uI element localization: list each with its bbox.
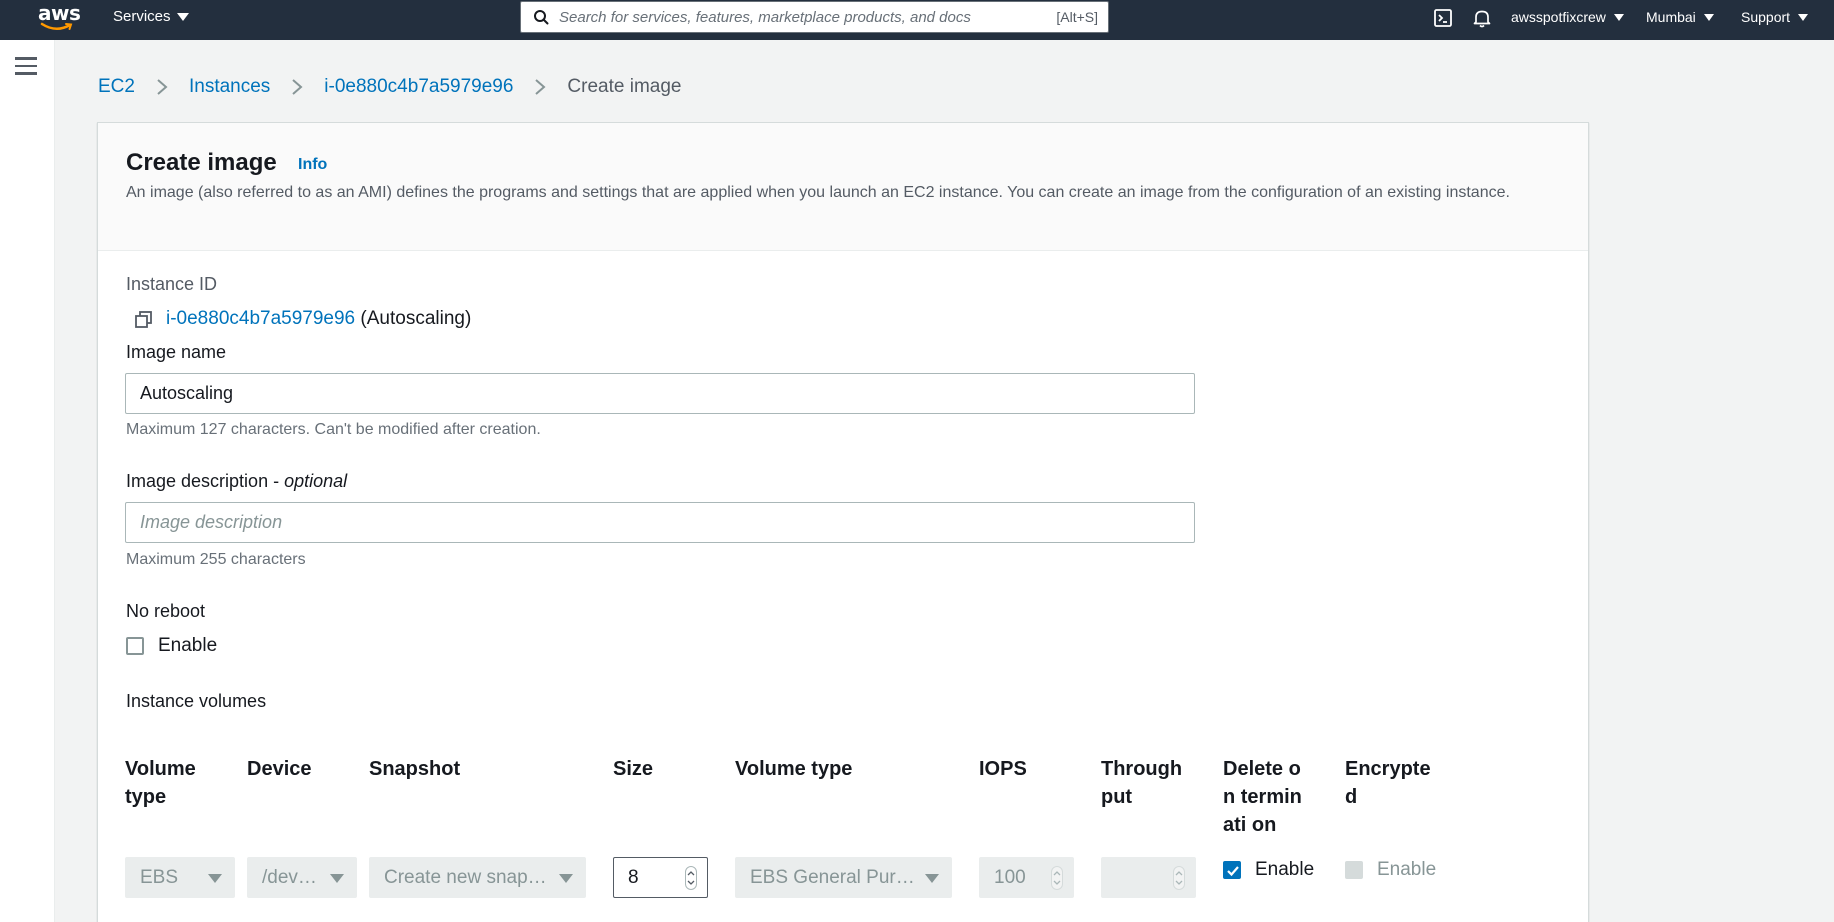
ebs-volume-type-select[interactable]: EBS General Pur… — [735, 857, 952, 898]
delete-on-termination-label[interactable]: Enable — [1255, 859, 1314, 881]
breadcrumb-current: Create image — [567, 76, 682, 97]
chevron-right-icon — [157, 79, 168, 95]
image-name-hint: Maximum 127 characters. Can't be modifie… — [126, 421, 541, 438]
breadcrumb-ec2[interactable]: EC2 — [98, 76, 135, 98]
stepper-arrows-icon — [1175, 871, 1183, 885]
no-reboot-checkbox-label[interactable]: Enable — [158, 635, 217, 657]
side-navigation-collapsed — [0, 40, 55, 922]
search-shortcut: [Alt+S] — [1056, 9, 1098, 25]
aws-smile-icon — [40, 22, 73, 30]
stepper-arrows-icon — [687, 871, 695, 885]
image-description-hint: Maximum 255 characters — [126, 551, 306, 568]
volume-type-value: EBS — [140, 867, 179, 888]
chevron-down-icon — [1613, 13, 1624, 21]
region-menu[interactable]: Mumbai — [1646, 9, 1714, 25]
throughput-stepper — [1173, 866, 1185, 890]
search-input[interactable] — [559, 8, 1057, 26]
services-label: Services — [113, 8, 171, 25]
delete-on-termination-checkbox[interactable] — [1223, 861, 1241, 879]
page-title: Create image — [126, 149, 277, 176]
account-menu[interactable]: awsspotfixcrew — [1511, 9, 1624, 25]
snapshot-value: Create new snap… — [384, 867, 547, 888]
chevron-down-icon — [559, 874, 573, 883]
bell-icon[interactable] — [1472, 8, 1492, 28]
instance-id-link[interactable]: i-0e880c4b7a5979e96 — [166, 308, 355, 329]
instance-name: (Autoscaling) — [360, 308, 472, 329]
col-header-ebs-volume-type: Volume type — [735, 758, 853, 780]
image-description-label-text: Image description - — [126, 471, 285, 491]
chevron-down-icon — [176, 12, 189, 21]
iops-input[interactable]: 100 — [979, 857, 1074, 898]
size-stepper[interactable] — [685, 866, 697, 890]
no-reboot-label: No reboot — [126, 601, 206, 621]
breadcrumb: EC2 Instances i-0e880c4b7a5979e96 Create… — [98, 76, 681, 98]
chevron-down-icon — [925, 874, 939, 883]
device-value: /dev… — [262, 867, 317, 888]
size-value: 8 — [628, 867, 639, 888]
stepper-arrows-icon — [1053, 871, 1061, 885]
region-name: Mumbai — [1646, 9, 1696, 25]
col-header-encrypted: Encrypte d — [1345, 758, 1431, 808]
chevron-down-icon — [1703, 13, 1714, 21]
image-description-label: Image description - optional — [126, 471, 347, 492]
cloudshell-icon[interactable] — [1433, 8, 1453, 28]
page-description: An image (also referred to as an AMI) de… — [126, 184, 1510, 201]
copy-icon[interactable] — [134, 310, 154, 330]
chevron-right-icon — [535, 79, 546, 95]
panel-header: Create image Info An image (also referre… — [98, 123, 1588, 251]
chevron-right-icon — [292, 79, 303, 95]
iops-stepper — [1051, 866, 1063, 890]
instance-volumes-label: Instance volumes — [126, 691, 267, 711]
search-box[interactable]: [Alt+S] — [520, 1, 1109, 33]
col-header-iops: IOPS — [979, 758, 1027, 780]
col-header-snapshot: Snapshot — [369, 758, 461, 780]
chevron-down-icon — [330, 874, 344, 883]
account-name: awsspotfixcrew — [1511, 9, 1606, 25]
no-reboot-checkbox[interactable] — [126, 637, 144, 655]
col-header-size: Size — [613, 758, 654, 780]
top-nav: aws Services [Alt+S] awsspotfixcrew Mumb… — [0, 0, 1834, 40]
search-icon — [534, 10, 549, 25]
image-name-input[interactable] — [125, 373, 1195, 414]
support-label: Support — [1741, 9, 1791, 25]
optional-label: optional — [284, 471, 348, 491]
col-header-delete-on-termination: Delete on terminati on — [1223, 758, 1302, 836]
size-input[interactable]: 8 — [613, 857, 708, 898]
info-link[interactable]: Info — [298, 156, 327, 174]
iops-value: 100 — [994, 867, 1026, 888]
col-header-device: Device — [247, 758, 312, 780]
chevron-down-icon — [1798, 13, 1809, 21]
aws-logo[interactable]: aws — [38, 1, 81, 34]
menu-icon[interactable] — [15, 57, 37, 75]
encrypted-checkbox — [1345, 861, 1363, 879]
instance-id-label: Instance ID — [126, 274, 218, 294]
image-name-label: Image name — [126, 342, 227, 362]
volume-type-select[interactable]: EBS — [125, 857, 235, 898]
services-menu[interactable]: Services — [113, 8, 189, 25]
throughput-input[interactable] — [1101, 857, 1196, 898]
breadcrumb-instance-id[interactable]: i-0e880c4b7a5979e96 — [324, 76, 513, 98]
image-description-input[interactable] — [125, 502, 1195, 543]
checkmark-icon — [1227, 866, 1239, 877]
ebs-volume-type-value: EBS General Pur… — [750, 867, 915, 888]
instance-id-value: i-0e880c4b7a5979e96 (Autoscaling) — [166, 308, 471, 330]
chevron-down-icon — [208, 874, 222, 883]
support-menu[interactable]: Support — [1741, 9, 1809, 25]
col-header-throughput: Through put — [1101, 758, 1183, 808]
encrypted-label: Enable — [1377, 859, 1437, 880]
breadcrumb-instances[interactable]: Instances — [189, 76, 270, 98]
aws-logo-text: aws — [38, 1, 81, 25]
col-header-volume-type: Volume type — [125, 758, 196, 808]
snapshot-select[interactable]: Create new snap… — [369, 857, 586, 898]
device-select[interactable]: /dev… — [247, 857, 357, 898]
